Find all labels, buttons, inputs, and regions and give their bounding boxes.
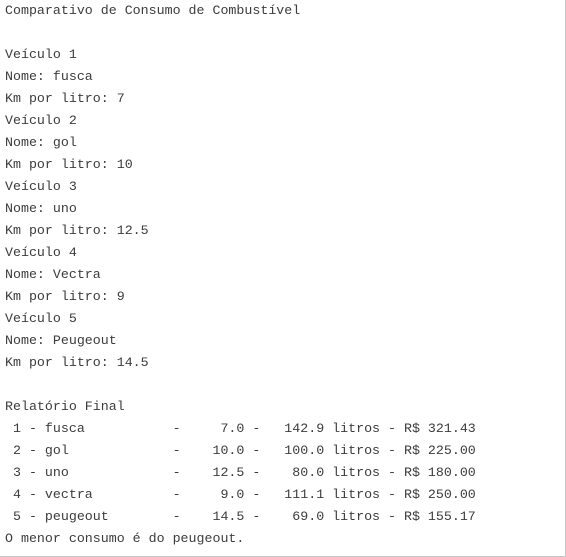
vehicle-1-km-per-liter: Km por litro: 7 xyxy=(5,91,125,106)
vehicle-3-header: Veículo 3 xyxy=(5,179,77,194)
vehicle-5-header: Veículo 5 xyxy=(5,311,77,326)
vehicle-2-header: Veículo 2 xyxy=(5,113,77,128)
vehicle-5-km-per-liter: Km por litro: 14.5 xyxy=(5,355,149,370)
vehicle-2-km-per-liter: Km por litro: 10 xyxy=(5,157,133,172)
vehicle-1-name: Nome: fusca xyxy=(5,69,93,84)
console-lines: Comparativo de Consumo de Combustível Ve… xyxy=(5,0,561,550)
vehicle-3-km-per-liter: Km por litro: 12.5 xyxy=(5,223,149,238)
report-title: Relatório Final xyxy=(5,399,125,414)
vehicle-5-name: Nome: Peugeout xyxy=(5,333,117,348)
vehicle-4-header: Veículo 4 xyxy=(5,245,77,260)
program-title: Comparativo de Consumo de Combustível xyxy=(5,3,301,18)
vehicle-2-name: Nome: gol xyxy=(5,135,77,150)
vehicle-4-km-per-liter: Km por litro: 9 xyxy=(5,289,125,304)
console-output: Comparativo de Consumo de Combustível Ve… xyxy=(0,0,566,557)
report-row: 2 - gol - 10.0 - 100.0 litros - R$ 225.0… xyxy=(5,443,476,458)
report-row: 3 - uno - 12.5 - 80.0 litros - R$ 180.00 xyxy=(5,465,476,480)
report-row: 1 - fusca - 7.0 - 142.9 litros - R$ 321.… xyxy=(5,421,476,436)
vehicle-4-name: Nome: Vectra xyxy=(5,267,101,282)
vehicle-1-header: Veículo 1 xyxy=(5,47,77,62)
vehicle-3-name: Nome: uno xyxy=(5,201,77,216)
report-row: 4 - vectra - 9.0 - 111.1 litros - R$ 250… xyxy=(5,487,476,502)
report-row: 5 - peugeout - 14.5 - 69.0 litros - R$ 1… xyxy=(5,509,476,524)
lowest-consumption-message: O menor consumo é do peugeout. xyxy=(5,531,245,546)
